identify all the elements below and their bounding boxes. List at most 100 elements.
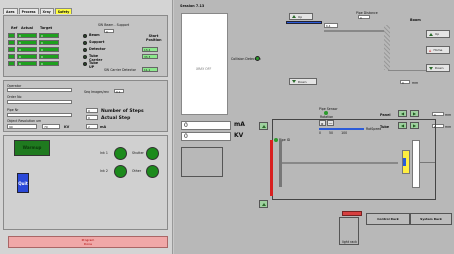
kv-input[interactable]: 70 [42, 124, 60, 129]
system-rack: System Rack [410, 213, 452, 225]
down-label: Down [298, 79, 307, 84]
arrow-up-icon [292, 15, 296, 18]
seq-images-label: Seq Images/rev [84, 90, 109, 94]
kv-display: 0 [181, 132, 231, 141]
status-led [83, 33, 87, 38]
seq-images-input[interactable]: 0.1 [114, 89, 124, 94]
xray-off-label: XRAY OFF [196, 67, 212, 71]
xray-panel: Warmup Ink 1 Shutter Ink 2 Other Quit [3, 135, 168, 230]
ink2-label: Ink 2 [100, 169, 108, 173]
quit-button[interactable]: Quit [17, 173, 29, 193]
warmup-button[interactable]: Warmup [14, 140, 50, 156]
pipe-sensor-label: Pipe Sensor [319, 107, 338, 111]
actual-value: 0 [17, 61, 37, 66]
sw-carrier-detector-label: SW Carrier Detector [104, 68, 136, 72]
status-led [83, 47, 87, 52]
up-label: Up [298, 14, 303, 19]
order-no-label: Order No [7, 95, 22, 99]
rotate-up-button[interactable] [259, 122, 268, 130]
panel-right-button[interactable]: ▶ [410, 110, 419, 117]
actual-header: Actual [21, 26, 34, 30]
ma-display: 0 [181, 121, 231, 130]
other-indicator [146, 165, 159, 178]
start-position-value: 13.4 [142, 47, 158, 52]
control-rack: Control Rack [366, 213, 410, 225]
arrow-up-icon [429, 32, 433, 36]
sw-beam-value: 0 [104, 29, 114, 34]
actual-value: 0 [17, 47, 37, 52]
target-value: 0 [39, 54, 59, 59]
pipe-id-led [274, 138, 278, 142]
ma-input[interactable]: 2 [86, 124, 98, 129]
right-panel: Session 7.13 XRAY OFF Up 6.4 Pipe Distan… [174, 0, 454, 254]
pipe-nr-label: Pipe Nr [7, 108, 19, 112]
target-value: 0 [39, 33, 59, 38]
actual-value: 0 [17, 40, 37, 45]
target-value: 0 [39, 40, 59, 45]
kv-unit: KV [64, 125, 70, 129]
boom-up-button[interactable]: Up [426, 30, 450, 38]
tube-carrier-arm [419, 162, 435, 163]
left-panel: Axes Process Xray Safety Ref Actual Targ… [0, 0, 173, 254]
order-no-input[interactable] [7, 100, 72, 104]
boom-value: 0 [400, 80, 410, 85]
arrow-left-icon: ◀ [401, 111, 405, 116]
axis-name: Tube UP [89, 61, 99, 69]
panel-value: 0 [432, 112, 444, 117]
tab-bar: Axes Process Xray Safety [3, 8, 73, 14]
session-label: Session 7.13 [180, 4, 205, 8]
arrow-up-icon [261, 125, 266, 128]
steps-value: 0 [86, 108, 98, 113]
pipe-distance-value: 0 [358, 15, 370, 20]
target-value: 0 [39, 61, 59, 66]
pipe-nr-input[interactable] [7, 113, 72, 117]
arrow-right-icon: ▶ [413, 111, 417, 116]
panel-label: Panel [380, 113, 391, 117]
actual-step-label: Actual Step [101, 116, 131, 121]
tube-carrier [412, 140, 420, 188]
ref-header: Ref [11, 26, 18, 30]
status-led [83, 40, 87, 45]
actual-step-value: 0 [86, 115, 98, 120]
up-progress [286, 21, 322, 24]
boom-arm [324, 30, 384, 32]
pipe-axis [282, 162, 398, 164]
axis-name: Support [89, 40, 105, 44]
collision-led [255, 56, 260, 61]
sample-frame [181, 147, 223, 177]
status-led [83, 61, 87, 66]
tab-xray[interactable]: Xray [39, 8, 54, 14]
home-label: Home [433, 48, 443, 52]
boom-down-label: Down [435, 66, 444, 70]
tab-safety[interactable]: Safety [54, 8, 73, 14]
arrow-down-icon [292, 80, 296, 83]
xray-status-box: XRAY OFF [181, 13, 228, 115]
program-status: Program Done [8, 236, 168, 248]
sw-beam-support-label: SW Beam - Support [98, 23, 130, 27]
up-button[interactable]: Up [289, 13, 313, 20]
tab-process[interactable]: Process [18, 8, 39, 14]
shutter-label: Shutter [132, 151, 144, 155]
panel-left-button[interactable]: ◀ [398, 110, 407, 117]
down-button[interactable]: Down [289, 78, 317, 85]
home-icon: ⌂ [429, 47, 432, 53]
boom-down-button[interactable]: Down [426, 64, 450, 72]
actual-value: 0 [17, 33, 37, 38]
detector-panel [270, 140, 273, 196]
resolution-input[interactable]: 90 [7, 124, 37, 129]
object-resolution-label: Object Resolution um [7, 119, 42, 123]
number-of-steps-label: Number of Steps [101, 109, 144, 114]
status-led [83, 54, 87, 59]
up-value: 6.4 [324, 23, 338, 28]
home-button[interactable]: ⌂ Home [426, 46, 450, 54]
tab-axes[interactable]: Axes [3, 8, 18, 14]
rotate-down-button[interactable] [259, 200, 268, 208]
operator-input[interactable] [7, 88, 72, 92]
ma-unit: mA [100, 125, 107, 129]
start-position-value: 33.3 [142, 54, 158, 59]
process-panel: Operator Order No Pipe Nr Object Resolut… [3, 80, 168, 132]
other-label: Other [132, 169, 142, 173]
tube-unit: mm [445, 125, 452, 129]
boom-column [384, 25, 390, 70]
ink2-indicator [114, 165, 127, 178]
